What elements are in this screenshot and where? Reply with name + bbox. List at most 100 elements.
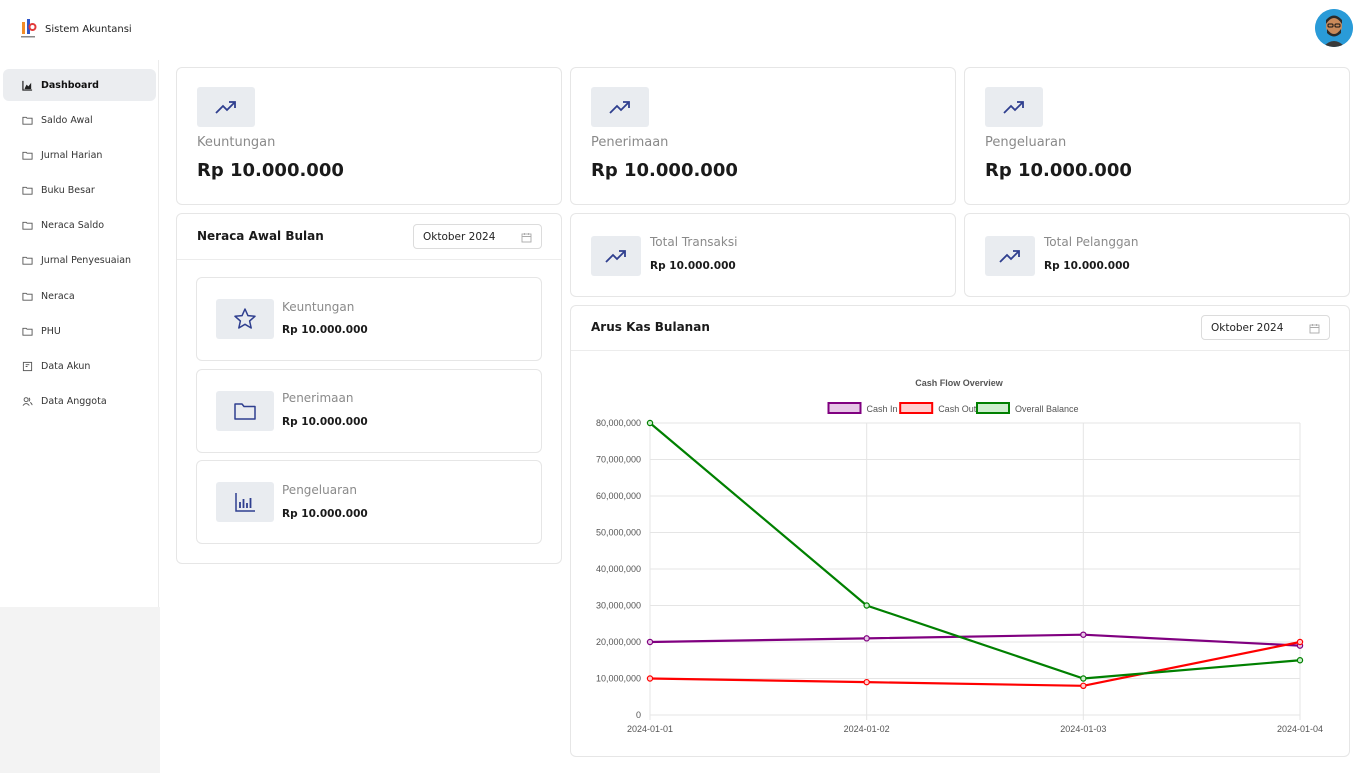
sidebar-nav: Dashboard Saldo Awal Jurnal Harian Buku … [3, 69, 156, 421]
bar-chart-icon [235, 493, 255, 512]
stat-value: Rp 10.000.000 [985, 160, 1132, 181]
calendar-icon [1309, 324, 1320, 334]
sidebar-item-jurnal-harian[interactable]: Jurnal Harian [3, 139, 156, 171]
x-tick-label: 2024-01-03 [1060, 724, 1106, 734]
chart-grid [649, 422, 1301, 720]
neraca-awal-bulan-card: Neraca Awal Bulan Oktober 2024 Keuntunga… [176, 213, 562, 564]
sidebar-item-data-anggota[interactable]: Data Anggota [3, 386, 156, 418]
sidebar-item-label: Neraca [41, 290, 75, 302]
stat-icon-box [985, 236, 1035, 276]
neraca-month-picker[interactable]: Oktober 2024 [413, 224, 542, 249]
stat-icon-box [985, 87, 1043, 127]
stat-label: Pengeluaran [985, 135, 1067, 150]
neraca-item-value: Rp 10.000.000 [282, 324, 368, 336]
neraca-item-keuntungan: Keuntungan Rp 10.000.000 [196, 277, 542, 361]
folder-icon [22, 292, 33, 301]
trending-up-icon [605, 250, 626, 263]
x-tick-label: 2024-01-02 [844, 724, 890, 734]
app-logo[interactable]: Sistem Akuntansi [20, 18, 132, 40]
data-point [1080, 631, 1087, 638]
y-axis: 0 10,000,000 20,000,000 30,000,000 40,000,00… [596, 418, 641, 720]
trending-up-icon [609, 101, 630, 114]
sidebar: Dashboard Saldo Awal Jurnal Harian Buku … [0, 60, 160, 773]
users-icon [22, 397, 33, 407]
data-point [646, 638, 654, 646]
sidebar-item-data-akun[interactable]: Data Akun [3, 351, 156, 383]
folder-icon [22, 151, 33, 160]
stat-icon-box [591, 236, 641, 276]
folder-icon [22, 327, 33, 336]
stat-label: Total Pelanggan [1044, 235, 1139, 249]
stat-icon-box [591, 87, 649, 127]
trending-up-icon [215, 101, 236, 114]
legend-swatch [976, 402, 1010, 414]
legend-item[interactable]: Cash In [827, 402, 898, 414]
y-tick-label: 80,000,000 [596, 418, 641, 428]
cash-flow-chart: Cash Flow Overview Cash In Cash Out Overal… [596, 378, 1323, 734]
stat-value: Rp 10.000.000 [197, 160, 344, 181]
card-divider [177, 259, 561, 260]
sidebar-item-neraca-saldo[interactable]: Neraca Saldo [3, 210, 156, 242]
stat-label: Penerimaan [591, 135, 669, 150]
neraca-item-value: Rp 10.000.000 [282, 508, 368, 520]
sidebar-item-buku-besar[interactable]: Buku Besar [3, 175, 156, 207]
logo-icon [21, 19, 37, 38]
sidebar-item-neraca[interactable]: Neraca [3, 280, 156, 312]
arus-kas-month-picker[interactable]: Oktober 2024 [1201, 315, 1330, 340]
sidebar-item-saldo-awal[interactable]: Saldo Awal [3, 104, 156, 136]
data-point [1296, 638, 1304, 646]
stat-label: Total Transaksi [650, 235, 738, 249]
neraca-icon-box [216, 482, 274, 522]
sidebar-item-label: Saldo Awal [41, 114, 93, 126]
y-tick-label: 50,000,000 [596, 528, 641, 538]
neraca-icon-box [216, 299, 274, 339]
sidebar-item-label: Data Anggota [41, 396, 107, 408]
data-point [1296, 657, 1304, 664]
neraca-title: Neraca Awal Bulan [197, 229, 324, 243]
sidebar-item-jurnal-penyesuaian[interactable]: Jurnal Penyesuaian [3, 245, 156, 277]
neraca-item-label: Keuntungan [282, 300, 355, 314]
stat-card-penerimaan: Penerimaan Rp 10.000.000 [570, 67, 956, 205]
folder-icon [22, 186, 33, 195]
app-title: Sistem Akuntansi [45, 23, 132, 35]
series-line [649, 640, 1301, 687]
legend-item[interactable]: Overall Balance [976, 402, 1079, 414]
user-avatar[interactable] [1315, 9, 1353, 47]
stat-card-total-transaksi: Total Transaksi Rp 10.000.000 [570, 213, 956, 297]
y-tick-label: 40,000,000 [596, 564, 641, 574]
neraca-item-label: Penerimaan [282, 391, 354, 405]
date-value: Oktober 2024 [423, 230, 496, 243]
x-tick-label: 2024-01-01 [627, 724, 673, 734]
sidebar-footer [0, 607, 160, 773]
neraca-item-value: Rp 10.000.000 [282, 416, 368, 428]
sidebar-item-dashboard[interactable]: Dashboard [3, 69, 156, 101]
arus-kas-card: Arus Kas Bulanan Oktober 2024 Cash Flow … [570, 305, 1350, 757]
y-tick-label: 60,000,000 [596, 491, 641, 501]
data-point [646, 419, 654, 427]
legend-label: Cash In [867, 404, 898, 414]
stat-value: Rp 10.000.000 [650, 260, 736, 272]
sidebar-item-phu[interactable]: PHU [3, 315, 156, 347]
folder-icon [22, 222, 33, 230]
data-point [646, 675, 654, 682]
legend-item[interactable]: Cash Out [899, 402, 977, 414]
data-point [863, 602, 870, 609]
folder-icon [234, 403, 256, 420]
sidebar-item-label: Dashboard [41, 79, 99, 91]
y-tick-label: 30,000,000 [596, 601, 641, 611]
sidebar-item-label: PHU [41, 325, 61, 337]
top-bar: Sistem Akuntansi [0, 0, 1366, 60]
chart-title: Cash Flow Overview [915, 378, 1004, 388]
folder-icon [22, 116, 33, 125]
data-point [863, 635, 870, 642]
calendar-icon [521, 233, 532, 243]
chart-area-icon [22, 80, 33, 91]
sidebar-item-label: Neraca Saldo [41, 220, 105, 232]
stat-icon-box [197, 87, 255, 127]
stat-value: Rp 10.000.000 [591, 160, 738, 181]
data-point [1080, 682, 1087, 689]
star-icon [234, 308, 256, 329]
trending-up-icon [999, 250, 1020, 263]
x-tick-label: 2024-01-04 [1277, 724, 1323, 734]
y-tick-label: 10,000,000 [596, 674, 641, 684]
